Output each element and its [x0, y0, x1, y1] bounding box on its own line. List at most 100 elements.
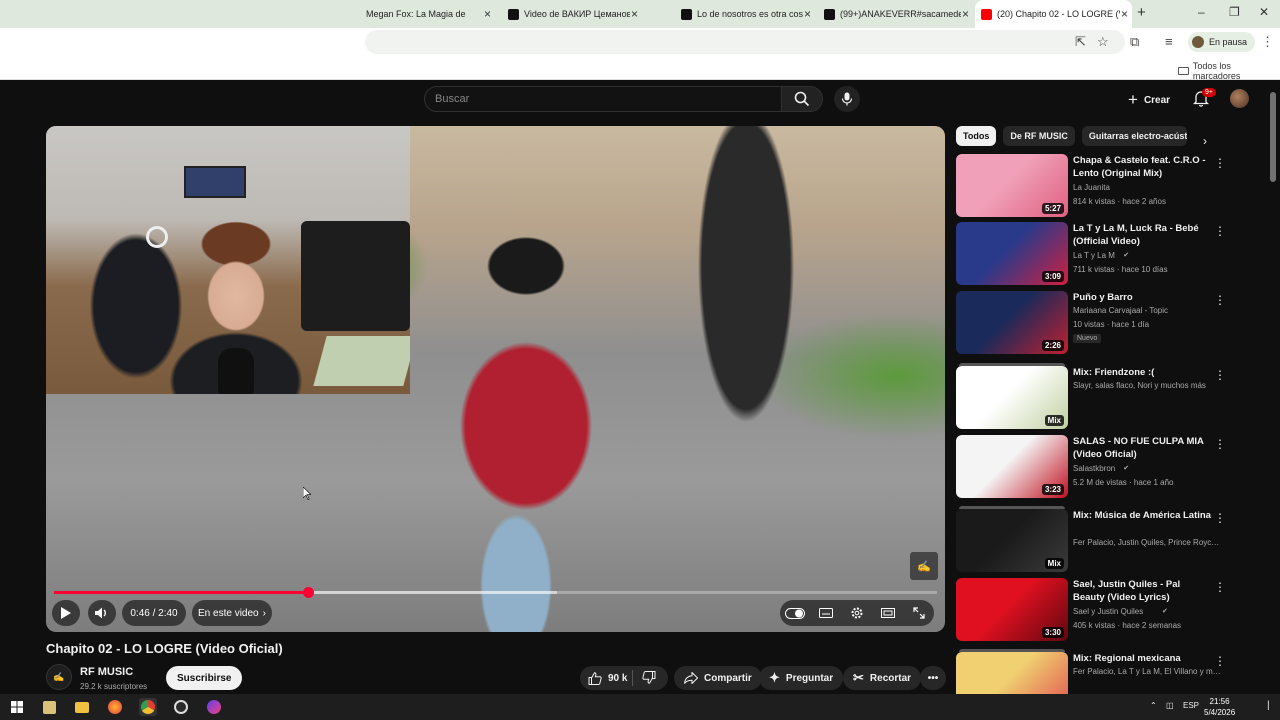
- system-clock[interactable]: 21:56 5/4/2026: [1204, 696, 1235, 718]
- recommended-video-title[interactable]: Mix: Friendzone :(: [1073, 366, 1211, 379]
- profile-status[interactable]: En pausa: [1188, 32, 1256, 52]
- install-app-icon[interactable]: ⇱: [1075, 34, 1086, 50]
- channel-name[interactable]: RF MUSIC: [80, 666, 133, 678]
- voice-search-button[interactable]: [834, 86, 860, 112]
- video-thumbnail[interactable]: 3:30: [956, 578, 1068, 641]
- recommended-video[interactable]: 3:30 Sael, Justin Quiles - Pal Beauty (Vi…: [956, 578, 1256, 642]
- new-tab-button[interactable]: +: [1137, 4, 1146, 21]
- subtitles-icon[interactable]: [814, 601, 838, 625]
- progress-scrubber[interactable]: [302, 587, 314, 598]
- browser-tab[interactable]: Video de ВАКИР Цеманович и×: [502, 0, 642, 28]
- more-vertical-icon[interactable]: ⋮: [1214, 580, 1226, 594]
- filter-chip[interactable]: Todos: [956, 126, 997, 146]
- browser-tab[interactable]: Lo de nosotros es otra cosa 🤍 #×: [675, 0, 815, 28]
- video-thumbnail[interactable]: 2:26: [956, 291, 1068, 354]
- filter-chip[interactable]: Guitarras electro-acústi: [1081, 126, 1187, 146]
- file-explorer-icon[interactable]: [73, 698, 91, 716]
- recommended-video-title[interactable]: Sael, Justin Quiles - Pal Beauty (Video …: [1073, 578, 1211, 604]
- recommended-video[interactable]: Mix Mix: Friendzone :( Slayr, salas flaco,…: [956, 363, 1256, 430]
- recommended-video-title[interactable]: Puño y Barro: [1073, 291, 1211, 304]
- recommended-video-channel[interactable]: Sael y Justin Quiles: [1073, 607, 1221, 616]
- recommended-video-title[interactable]: Mix: Regional mexicana: [1073, 652, 1211, 665]
- maximize-icon[interactable]: ❐: [1229, 5, 1240, 19]
- windows-start-icon[interactable]: [8, 698, 26, 716]
- recommended-video-title[interactable]: Chapa & Castelo feat. C.R.O - Lento (Ori…: [1073, 154, 1211, 180]
- language-indicator[interactable]: ESP: [1183, 701, 1199, 710]
- recommended-video-channel[interactable]: Salastkbron: [1073, 464, 1221, 473]
- subscribe-button[interactable]: Suscribirse: [166, 666, 243, 690]
- messenger-icon[interactable]: [205, 698, 223, 716]
- video-thumbnail[interactable]: 3:09: [956, 222, 1068, 285]
- more-vertical-icon[interactable]: ⋮: [1214, 368, 1226, 382]
- recommended-video-channel[interactable]: Slayr, salas flaco, Nori y muchos más: [1073, 381, 1221, 390]
- video-thumbnail[interactable]: 3:23: [956, 435, 1068, 498]
- filter-chip[interactable]: De RF MUSIC: [1003, 126, 1075, 146]
- create-button[interactable]: + Crear: [1128, 90, 1170, 110]
- miniplayer-icon[interactable]: [876, 601, 900, 625]
- close-window-icon[interactable]: ✕: [1259, 5, 1269, 19]
- recommended-video[interactable]: 2:26 Puño y Barro Mariaana Carvajaal - Top…: [956, 291, 1256, 355]
- search-button[interactable]: [781, 86, 823, 112]
- video-thumbnail[interactable]: Mix: [956, 366, 1068, 429]
- more-vertical-icon[interactable]: ⋮: [1214, 293, 1226, 307]
- bookmark-star-icon[interactable]: ☆: [1097, 34, 1109, 50]
- recommended-video[interactable]: 3:23 SALAS - NO FUE CULPA MIA (Video Ofic…: [956, 435, 1256, 499]
- more-vertical-icon[interactable]: ⋮: [1214, 511, 1226, 525]
- play-button[interactable]: [52, 600, 80, 626]
- recommended-video[interactable]: 3:09 La T y La M, Luck Ra - Bebé (Officia…: [956, 222, 1256, 286]
- account-avatar[interactable]: [1230, 89, 1249, 108]
- chapters-button[interactable]: En este video ›: [192, 600, 272, 626]
- firefox-icon[interactable]: [106, 698, 124, 716]
- obs-icon[interactable]: [172, 698, 190, 716]
- browser-tab[interactable]: (20) Chapito 02 - LO LOGRE (V ×: [975, 0, 1132, 28]
- chevron-up-icon[interactable]: ⌃: [1150, 701, 1157, 710]
- tab-close-icon[interactable]: ×: [1121, 7, 1128, 21]
- channel-watermark-icon[interactable]: ✍: [910, 552, 938, 580]
- browser-tab[interactable]: Megan Fox: La Magia de Transf ×: [360, 0, 495, 28]
- clip-button[interactable]: ✂ Recortar: [843, 666, 922, 690]
- more-vertical-icon[interactable]: ⋮: [1214, 437, 1226, 451]
- share-button[interactable]: Compartir: [674, 666, 762, 690]
- autoplay-toggle[interactable]: [783, 601, 807, 625]
- chrome-icon[interactable]: [139, 698, 157, 716]
- recommended-video-title[interactable]: La T y La M, Luck Ra - Bebé (Official Vi…: [1073, 222, 1211, 248]
- video-player[interactable]: ✍ 0:46 / 2:40 En este video ›: [46, 126, 945, 632]
- tab-close-icon[interactable]: ×: [804, 7, 811, 21]
- recommended-video-title[interactable]: Mix: Música de América Latina: [1073, 509, 1211, 522]
- ask-button[interactable]: ✦ Preguntar: [759, 666, 844, 690]
- video-thumbnail[interactable]: Mix: [956, 509, 1068, 572]
- search-input[interactable]: Buscar: [424, 86, 782, 112]
- more-vertical-icon[interactable]: ⋮: [1214, 156, 1226, 170]
- tab-close-icon[interactable]: ×: [484, 7, 491, 21]
- all-bookmarks-button[interactable]: Todos los marcadores: [1178, 61, 1280, 81]
- extensions-icon[interactable]: ⧉: [1130, 34, 1139, 50]
- more-vertical-icon[interactable]: ⋮: [1214, 224, 1226, 238]
- address-bar[interactable]: [365, 30, 1125, 54]
- volume-button[interactable]: [88, 600, 116, 626]
- video-thumbnail[interactable]: 5:27: [956, 154, 1068, 217]
- media-player-icon[interactable]: [40, 698, 58, 716]
- recommended-video-channel[interactable]: La T y La M: [1073, 251, 1221, 260]
- like-button[interactable]: 90 k: [580, 671, 627, 685]
- browser-tab[interactable]: (99+)ANAKEVERR#sacamedell ×: [818, 0, 973, 28]
- more-actions-button[interactable]: •••: [920, 666, 946, 690]
- network-icon[interactable]: ◫: [1166, 701, 1174, 710]
- tab-close-icon[interactable]: ×: [631, 7, 638, 21]
- more-vertical-icon[interactable]: ⋮: [1214, 654, 1226, 668]
- chevron-right-icon[interactable]: ›: [1203, 134, 1207, 148]
- page-scrollbar[interactable]: [1270, 92, 1276, 182]
- recommended-video-channel[interactable]: Fer Palacio, La T y La M, El Villano y m…: [1073, 667, 1221, 676]
- recommended-video[interactable]: 5:27 Chapa & Castelo feat. C.R.O - Lento …: [956, 154, 1256, 218]
- recommended-video-title[interactable]: SALAS - NO FUE CULPA MIA (Video Oficial): [1073, 435, 1211, 461]
- reading-list-icon[interactable]: ≡: [1165, 34, 1173, 49]
- tab-close-icon[interactable]: ×: [962, 7, 969, 21]
- recommended-video-channel[interactable]: La Juanita: [1073, 183, 1221, 192]
- minimize-icon[interactable]: –: [1198, 5, 1205, 19]
- recommended-video-channel[interactable]: Mariaana Carvajaal - Topic: [1073, 306, 1221, 315]
- channel-avatar[interactable]: ✍: [46, 664, 72, 690]
- show-desktop-button[interactable]: ▏: [1268, 701, 1274, 710]
- settings-gear-icon[interactable]: [845, 601, 869, 625]
- progress-bar[interactable]: [54, 587, 937, 598]
- dislike-button[interactable]: [642, 671, 656, 687]
- recommended-video-channel[interactable]: Fer Palacio, Justin Quiles, Prince Royce…: [1073, 538, 1221, 547]
